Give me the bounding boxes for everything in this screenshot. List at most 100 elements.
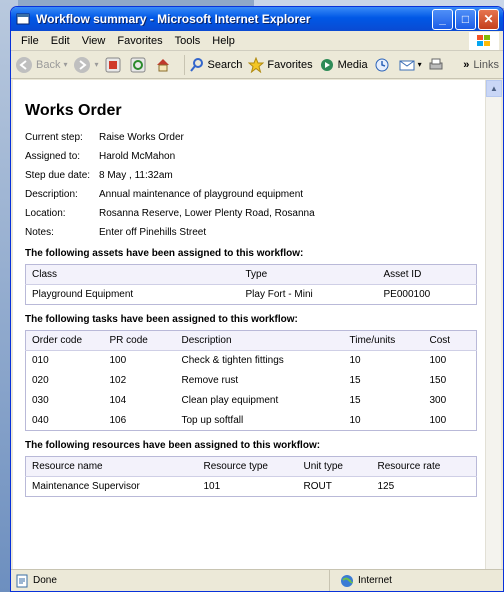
search-icon [189,57,203,72]
column-header: Order code [25,330,104,351]
vertical-scrollbar[interactable]: ▲ [485,80,502,569]
field-step-due-date: Step due date: 8 May , 11:32am [25,166,477,185]
status-bar: Done Internet [11,569,503,591]
table-header-row: Resource name Resource type Unit type Re… [25,456,477,477]
resources-table: Resource name Resource type Unit type Re… [25,456,477,497]
column-header: Unit type [297,456,372,477]
favorites-label: Favorites [267,58,313,71]
field-label: Step due date: [25,170,91,181]
links-button[interactable]: Links [473,59,499,71]
table-header-row: Order code PR code Description Time/unit… [25,330,477,351]
column-header: PR code [103,330,176,351]
table-cell: Maintenance Supervisor [32,481,140,492]
column-header: Cost [423,330,477,351]
toolbar: Back ▾ ▾ Search Favorites Media ▾ » Link… [11,51,503,79]
menu-tools[interactable]: Tools [169,35,207,47]
windows-logo-icon [469,32,499,50]
search-label: Search [207,58,243,71]
field-current-step: Current step: Raise Works Order [25,128,477,147]
field-label: Location: [25,208,66,219]
column-header: Asset ID [377,264,477,285]
field-description: Description: Annual maintenance of playg… [25,185,477,204]
table-cell: 150 [429,375,447,386]
resize-grip[interactable] [489,570,503,591]
minimize-button[interactable]: _ [432,8,453,30]
table-cell: Clean play equipment [181,395,279,406]
mail-button[interactable]: ▾ [399,57,422,73]
table-cell: 10 [349,355,361,367]
page-done-icon [16,574,28,587]
history-button[interactable] [374,57,393,73]
forward-button[interactable]: ▾ [73,56,99,74]
maximize-button[interactable]: □ [455,8,476,30]
table-cell: 104 [109,395,127,406]
field-value: Harold McMahon [99,151,176,162]
column-header: Resource type [197,456,298,477]
table-cell: Remove rust [181,375,239,386]
menu-edit[interactable]: Edit [45,35,76,47]
print-icon [429,58,443,69]
media-icon [320,58,333,71]
table-cell: 10 [349,414,361,426]
history-icon [375,58,389,71]
toolbar-divider [183,54,185,75]
table-row: 040 106 Top up softfall 10 100 [26,411,477,431]
search-button[interactable]: Search [189,57,243,73]
table-cell: Playground Equipment [32,289,134,300]
menu-help[interactable]: Help [206,35,241,47]
globe-icon [341,574,353,587]
star-icon [248,56,265,73]
column-header: Resource rate [371,456,477,477]
menu-favorites[interactable]: Favorites [111,35,168,47]
refresh-button[interactable] [130,57,149,73]
refresh-icon [130,57,145,72]
menu-view[interactable]: View [76,35,112,47]
table-row: 020 102 Remove rust 15 150 [26,371,477,391]
column-header: Description [175,330,344,351]
status-left: Done [11,574,329,588]
home-button[interactable] [155,57,174,73]
page-content: Works Order Current step: Raise Works Or… [13,80,485,569]
tasks-table: Order code PR code Description Time/unit… [25,330,477,431]
menu-file[interactable]: File [15,35,45,47]
page-title: Works Order [25,102,122,119]
stop-button[interactable] [105,57,124,73]
toolbar-overflow-chevron[interactable]: » [463,59,469,71]
column-header: Class [25,264,240,285]
table-cell: Check & tighten fittings [181,355,284,367]
column-header: Resource name [25,456,198,477]
title-bar[interactable]: Workflow summary - Microsoft Internet Ex… [11,7,503,31]
field-value: Enter off Pinehills Street [99,227,207,238]
column-header: Type [239,264,378,285]
back-arrow-icon [16,56,32,73]
close-button[interactable]: ✕ [478,8,499,30]
menu-bar: File Edit View Favorites Tools Help [11,31,503,51]
favorites-button[interactable]: Favorites [248,56,313,73]
table-cell: 101 [203,481,221,492]
zone-label: Internet [358,575,392,586]
field-location: Location: Rosanna Reserve, Lower Plenty … [25,204,477,223]
table-cell: 125 [377,481,395,492]
table-cell: 100 [429,355,447,367]
table-cell: 15 [349,395,361,406]
field-label: Notes: [25,227,54,238]
back-button[interactable]: Back ▾ [15,56,67,74]
field-value: 8 May , 11:32am [99,170,173,181]
print-button[interactable] [428,57,447,73]
window-title: Workflow summary - Microsoft Internet Ex… [36,12,311,26]
table-cell: 040 [32,414,49,426]
table-header-row: Class Type Asset ID [25,264,477,285]
table-cell: 300 [429,395,447,406]
field-notes: Notes: Enter off Pinehills Street [25,223,477,242]
scroll-up-arrow-icon[interactable]: ▲ [486,80,502,97]
forward-arrow-icon [74,56,91,73]
table-cell: 100 [109,355,127,367]
field-value: Raise Works Order [99,132,184,143]
media-button[interactable]: Media [319,57,368,73]
security-zone: Internet [329,570,489,591]
stop-icon [105,57,120,72]
table-cell: 010 [32,355,49,367]
field-value: Annual maintenance of playground equipme… [99,189,304,200]
status-text: Done [33,575,57,586]
assets-table: Class Type Asset ID Playground Equipment… [25,264,477,305]
